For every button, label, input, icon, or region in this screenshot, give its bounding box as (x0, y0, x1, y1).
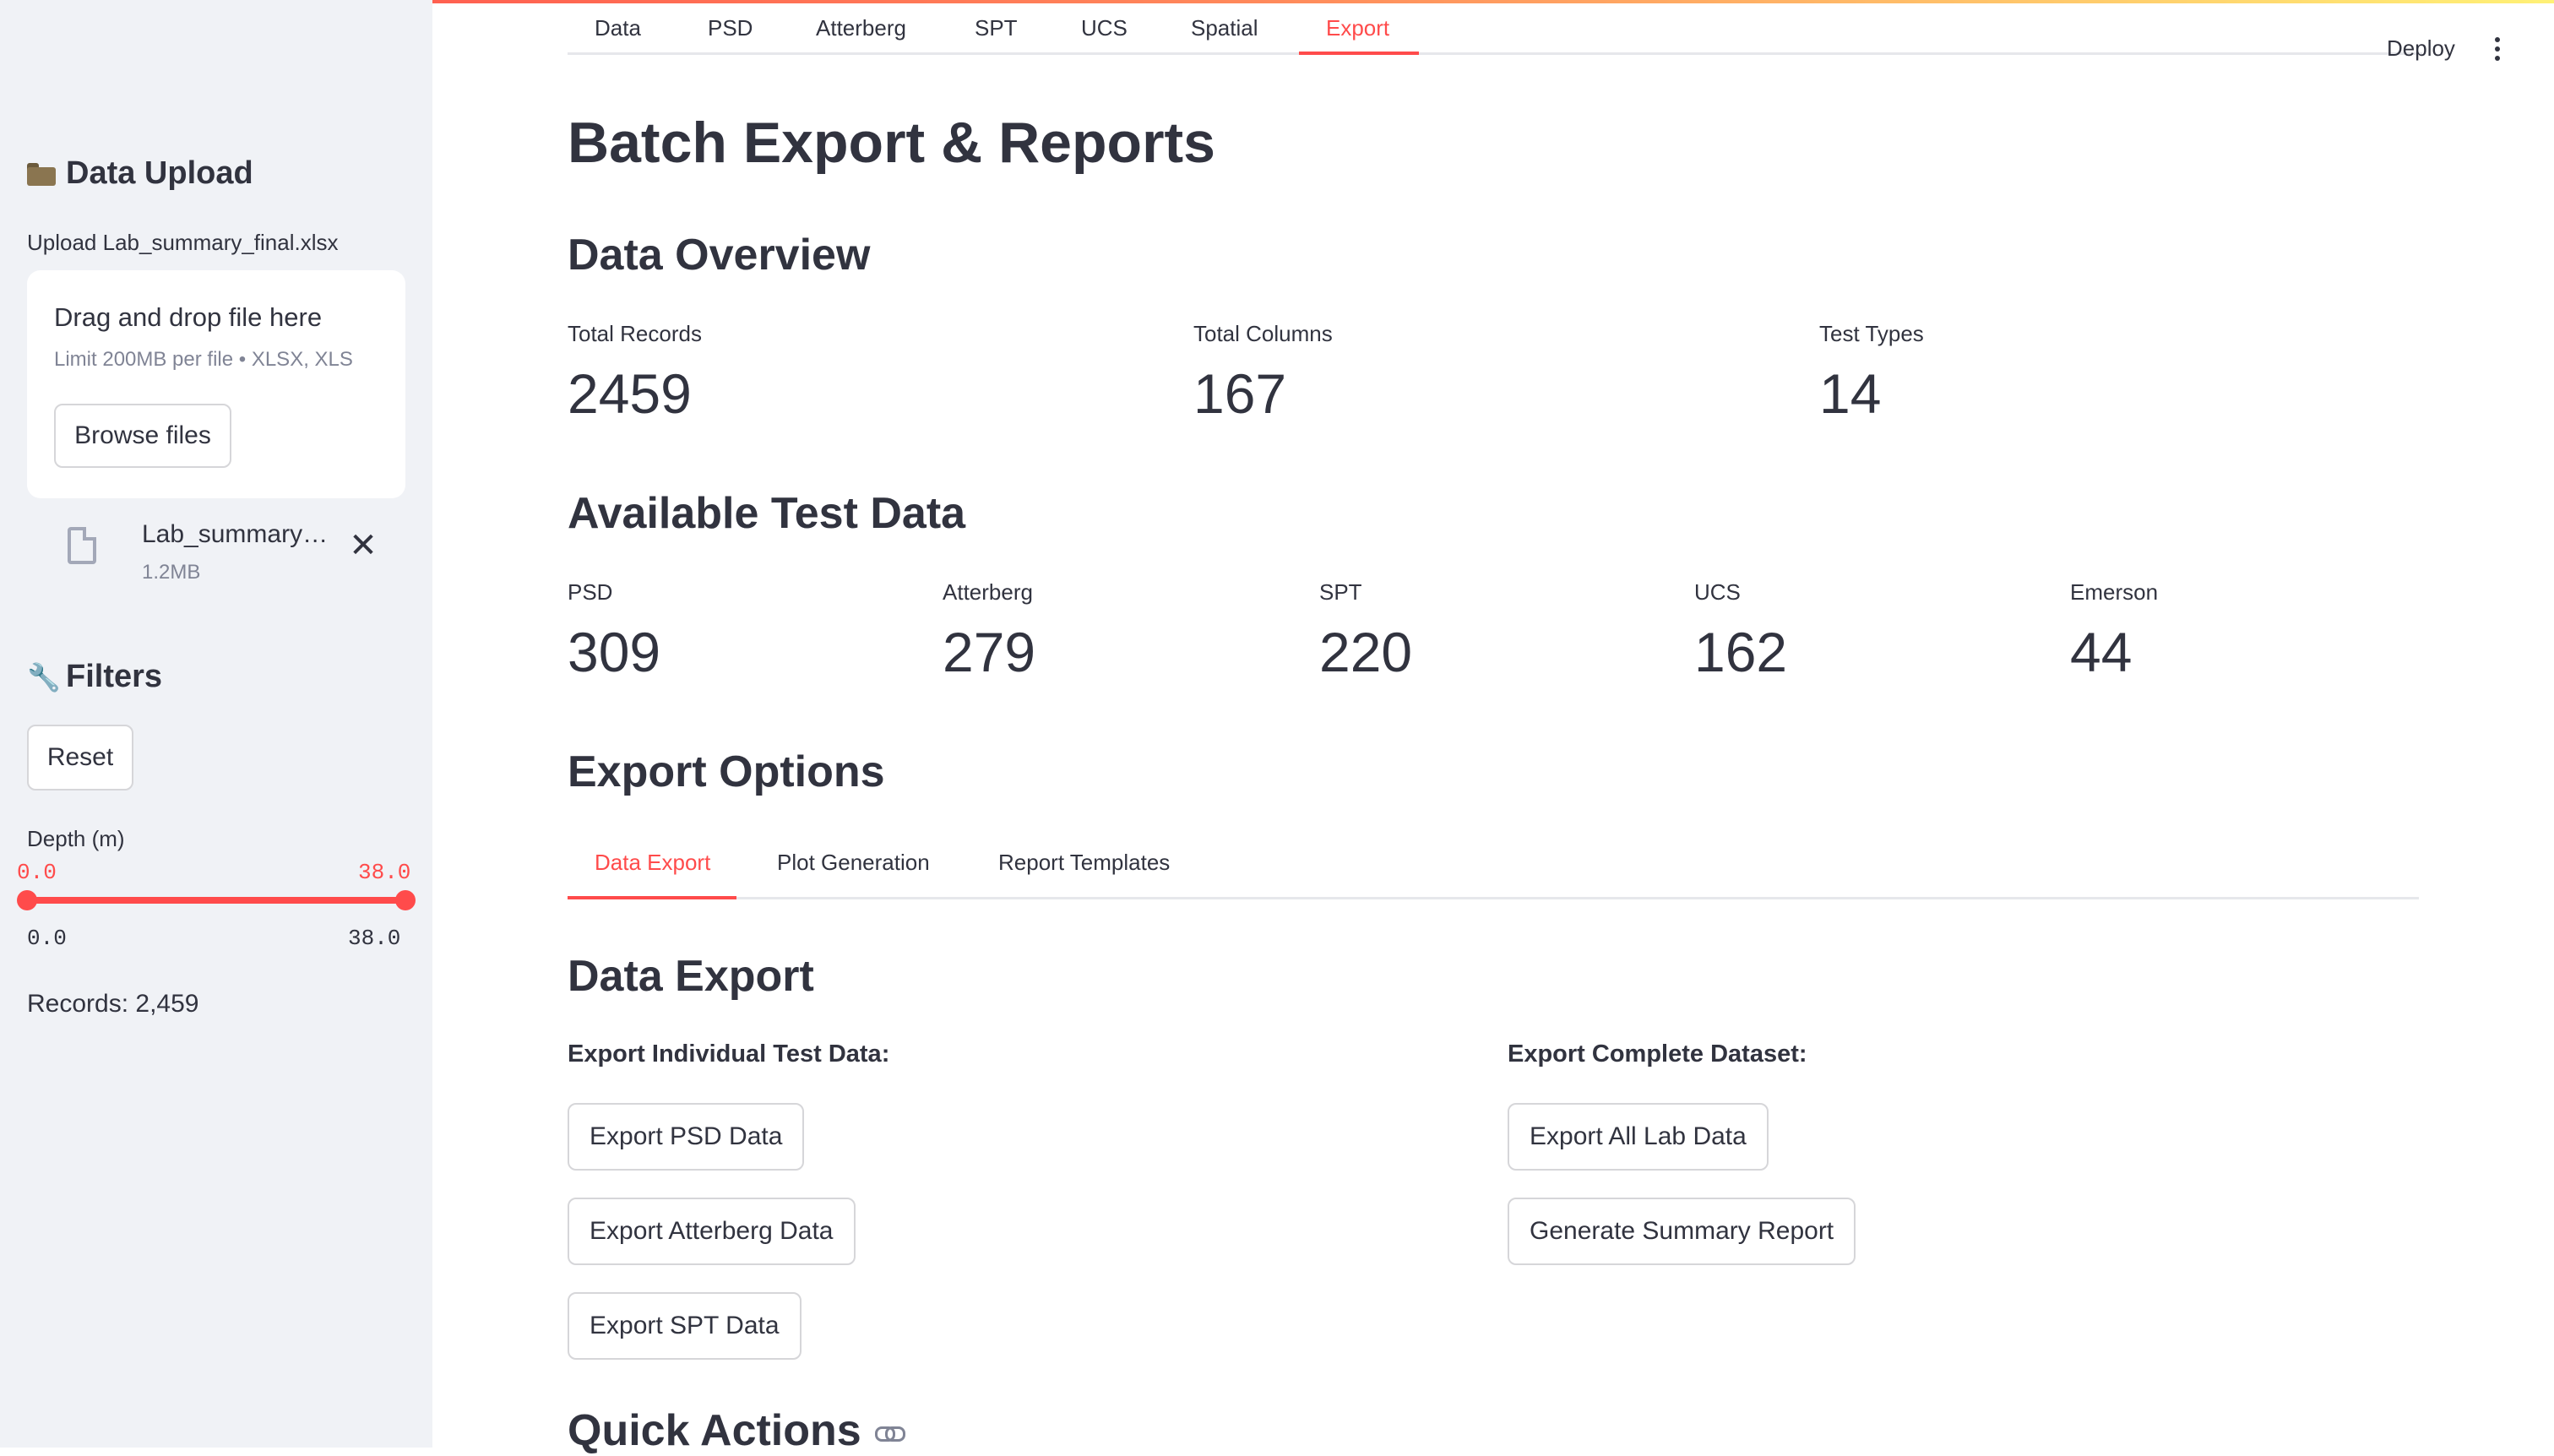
quick-actions-header: Quick Actions (568, 1405, 905, 1456)
metric-value: 167 (1193, 362, 1287, 425)
tab-ucs[interactable]: UCS (1081, 3, 1128, 52)
subtab-report-templates[interactable]: Report Templates (998, 850, 1170, 876)
file-size: 1.2MB (142, 561, 201, 584)
top-tabs-divider (568, 52, 2422, 55)
depth-slider-value-max: 38.0 (358, 860, 411, 885)
tab-psd[interactable]: PSD (708, 3, 753, 52)
metric-value: 2459 (568, 362, 692, 425)
sidebar: Data Upload Upload Lab_summary_final.xls… (0, 0, 432, 1448)
available-header: Available Test Data (568, 489, 966, 538)
metric-label: Emerson (2070, 579, 2159, 605)
upload-header: Data Upload (27, 155, 253, 192)
subtab-plot-generation[interactable]: Plot Generation (777, 850, 930, 876)
metric-value: 162 (1694, 621, 1788, 683)
file-dropzone[interactable]: Drag and drop file here Limit 200MB per … (27, 270, 405, 498)
page-title: Batch Export & Reports (568, 111, 1215, 175)
metric-label: Test Types (1819, 321, 1924, 346)
close-icon[interactable]: ✕ (345, 527, 382, 564)
depth-slider-fill (27, 897, 405, 904)
depth-slider-tick-max: 38.0 (348, 926, 401, 951)
kebab-icon[interactable] (2495, 37, 2502, 62)
filters-header: 🔧 Filters (27, 659, 162, 695)
quick-actions-title: Quick Actions (568, 1406, 861, 1455)
tab-data[interactable]: Data (595, 3, 641, 52)
wrench-icon: 🔧 (27, 661, 61, 693)
tab-spatial[interactable]: Spatial (1191, 3, 1258, 52)
individual-export-label: Export Individual Test Data: (568, 1040, 890, 1068)
depth-slider-value-min: 0.0 (17, 860, 57, 885)
metric-value: 44 (2070, 621, 2133, 683)
metric-label: Total Records (568, 321, 702, 346)
export-all-lab-data-button[interactable]: Export All Lab Data (1508, 1103, 1769, 1171)
upload-label: Upload Lab_summary_final.xlsx (27, 230, 339, 255)
depth-slider-thumb-min[interactable] (17, 890, 37, 910)
depth-label: Depth (m) (27, 826, 125, 851)
metric-label: PSD (568, 579, 613, 605)
folder-icon (27, 162, 56, 186)
dropzone-title: Drag and drop file here (54, 302, 323, 332)
tab-atterberg[interactable]: Atterberg (816, 3, 906, 52)
depth-slider-thumb-max[interactable] (395, 890, 416, 910)
file-name: Lab_summary… (142, 520, 329, 548)
subtab-data-export[interactable]: Data Export (595, 850, 710, 876)
overview-header: Data Overview (568, 231, 871, 280)
records-count: Records: 2,459 (27, 990, 199, 1018)
export-psd-button[interactable]: Export PSD Data (568, 1103, 805, 1171)
metric-value: 14 (1819, 362, 1882, 425)
filters-header-label: Filters (66, 659, 163, 694)
sub-tabs-divider (568, 897, 2419, 899)
metric-label: SPT (1319, 579, 1362, 605)
metric-label: UCS (1694, 579, 1741, 605)
deploy-button[interactable]: Deploy (2387, 35, 2455, 62)
reset-button[interactable]: Reset (27, 725, 133, 790)
export-spt-button[interactable]: Export SPT Data (568, 1292, 802, 1360)
tab-export-underline (1299, 52, 1419, 55)
depth-slider[interactable] (17, 890, 416, 910)
upload-header-label: Data Upload (66, 155, 253, 191)
metric-label: Total Columns (1193, 321, 1333, 346)
metric-value: 279 (943, 621, 1036, 683)
metric-label: Atterberg (943, 579, 1033, 605)
generate-summary-report-button[interactable]: Generate Summary Report (1508, 1198, 1856, 1265)
file-icon (68, 527, 96, 564)
subtab-active-underline (568, 896, 736, 899)
uploaded-file: Lab_summary… 1.2MB ✕ (27, 515, 405, 591)
tab-export[interactable]: Export (1326, 3, 1389, 52)
depth-slider-tick-min: 0.0 (27, 926, 67, 951)
export-atterberg-button[interactable]: Export Atterberg Data (568, 1198, 856, 1265)
top-tabs: Data PSD Atterberg SPT UCS Spatial Expor… (568, 0, 2422, 56)
export-sub-tabs: Data Export Plot Generation Report Templ… (568, 836, 2419, 904)
browse-files-button[interactable]: Browse files (54, 404, 231, 468)
metric-value: 309 (568, 621, 661, 683)
metric-value: 220 (1319, 621, 1413, 683)
complete-export-label: Export Complete Dataset: (1508, 1040, 1807, 1068)
tab-spt[interactable]: SPT (975, 3, 1018, 52)
data-export-header: Data Export (568, 952, 814, 1001)
export-options-header: Export Options (568, 747, 885, 796)
link-icon[interactable] (874, 1426, 905, 1442)
dropzone-limit: Limit 200MB per file • XLSX, XLS (54, 348, 353, 371)
